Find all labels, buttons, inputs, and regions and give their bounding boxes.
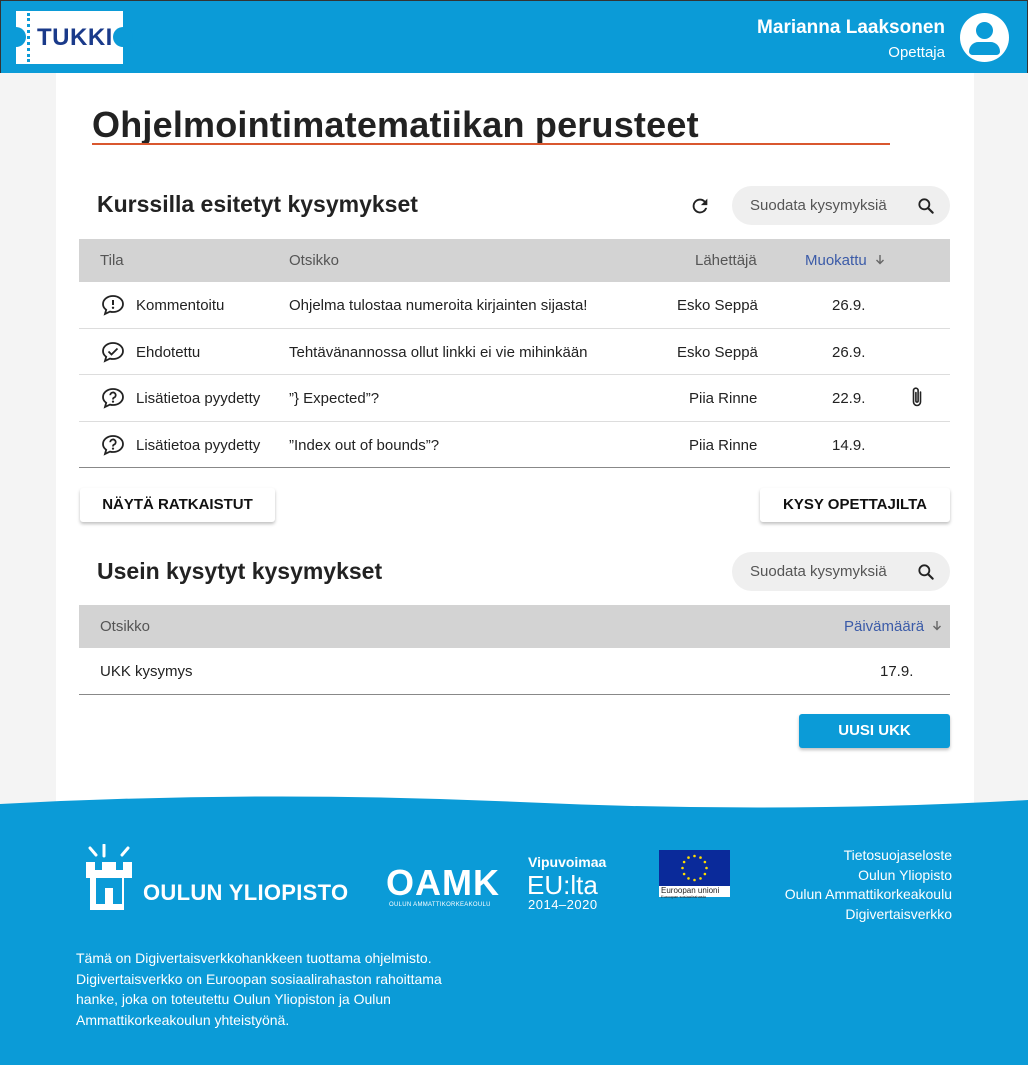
col-date-label: Päivämäärä — [844, 618, 925, 635]
row-subject: Tehtävänannossa ollut linkki ei vie mihi… — [289, 343, 588, 361]
table-row[interactable]: Lisätietoa pyydetty ”} Expected”? Piia R… — [79, 375, 950, 422]
faq-search[interactable]: Suodata kysymyksiä — [732, 552, 950, 591]
tukki-logo[interactable]: TUKKI — [6, 11, 133, 64]
eu-stars-icon — [681, 854, 708, 882]
vipuvoimaa-logo-line3: 2014–2020 — [528, 897, 598, 912]
eu-flag-icon — [659, 850, 730, 886]
user-avatar-icon[interactable] — [960, 13, 1009, 62]
row-date: 26.9. — [832, 343, 866, 361]
col-sender-header[interactable]: Lähettäjä — [695, 252, 757, 269]
refresh-icon[interactable] — [689, 195, 711, 217]
course-title: Ohjelmointimatematiikan perusteet — [92, 104, 699, 145]
course-questions-table: Tila Otsikko Lähettäjä Muokattu Kommento… — [79, 239, 950, 468]
row-subject: UKK kysymys — [100, 663, 193, 680]
course-questions-search[interactable]: Suodata kysymyksiä — [732, 186, 950, 225]
faq-title: Usein kysytyt kysymykset — [97, 558, 383, 584]
oamk-logo-text[interactable]: OAMK — [386, 862, 500, 904]
row-status: Lisätietoa pyydetty — [136, 436, 261, 454]
table-row[interactable]: Ehdotettu Tehtävänannossa ollut linkki e… — [79, 328, 950, 375]
avatar-body — [969, 42, 1000, 55]
col-date-header[interactable]: Päivämäärä — [844, 618, 943, 635]
app-header: TUKKI Marianna Laaksonen Opettaja — [0, 0, 1028, 73]
comment-exclamation-icon — [102, 295, 124, 316]
row-date: 22.9. — [832, 390, 866, 407]
title-underline — [92, 143, 890, 145]
col-modified-header[interactable]: Muokattu — [805, 252, 886, 269]
logo-notch-left — [6, 27, 26, 47]
main-panel: Ohjelmointimatematiikan perusteet Kurssi… — [56, 73, 974, 813]
avatar-head — [976, 22, 993, 39]
table-row[interactable]: UKK kysymys 17.9. — [79, 648, 950, 695]
vipuvoimaa-logo-line1: Vipuvoimaa — [528, 854, 607, 870]
oulun-yliopisto-logo-icon[interactable] — [84, 844, 134, 910]
table-header: Otsikko Päivämäärä — [79, 605, 950, 648]
logo-notch-right — [113, 27, 133, 47]
attachment-icon[interactable] — [910, 386, 924, 408]
comment-question-icon — [102, 388, 124, 409]
oulun-yliopisto-logo-text: OULUN YLIOPISTO — [143, 880, 349, 905]
row-sender: Piia Rinne — [689, 390, 758, 407]
eu-flag-logo[interactable]: Euroopan unioni Euroopan sosiaalirahasto — [659, 850, 730, 899]
row-sender: Piia Rinne — [689, 436, 758, 454]
footer-link-oulun-yliopisto[interactable]: Oulun Yliopisto — [785, 866, 952, 886]
row-date: 14.9. — [832, 436, 866, 454]
search-placeholder: Suodata kysymyksiä — [750, 563, 887, 580]
col-status-header[interactable]: Tila — [100, 252, 124, 269]
row-date: 26.9. — [832, 297, 866, 314]
table-row[interactable]: Lisätietoa pyydetty ”Index out of bounds… — [79, 421, 950, 468]
search-icon[interactable] — [916, 196, 936, 216]
row-subject: Ohjelma tulostaa numeroita kirjainten si… — [289, 297, 588, 314]
col-subject-header[interactable]: Otsikko — [100, 618, 150, 635]
faq-table: Otsikko Päivämäärä UKK kysymys 17.9. — [79, 605, 950, 695]
table-row[interactable]: Kommentoitu Ohjelma tulostaa numeroita k… — [79, 282, 950, 329]
show-solved-button[interactable]: NÄYTÄ RATKAISTUT — [80, 488, 275, 522]
ask-teachers-button[interactable]: KYSY OPETTAJILTA — [760, 488, 950, 522]
oamk-logo-subtext: OULUN AMMATTIKORKEAKOULU — [389, 902, 491, 908]
row-sender: Esko Seppä — [677, 297, 758, 314]
sort-down-icon — [933, 621, 942, 631]
eu-subtext: Euroopan sosiaalirahasto — [661, 894, 707, 899]
row-status: Ehdotettu — [136, 343, 201, 361]
col-subject-header[interactable]: Otsikko — [289, 252, 339, 269]
row-subject: ”Index out of bounds”? — [289, 436, 440, 454]
comment-check-icon — [102, 341, 124, 363]
footer-link-oamk[interactable]: Oulun Ammattikorkeakoulu — [785, 885, 952, 905]
user-name: Marianna Laaksonen — [757, 17, 945, 38]
row-date: 17.9. — [880, 663, 914, 680]
row-status: Kommentoitu — [136, 297, 225, 314]
logo-text: TUKKI — [37, 24, 113, 51]
comment-question-icon — [102, 434, 124, 456]
search-icon[interactable] — [916, 562, 936, 582]
new-faq-button[interactable]: UUSI UKK — [799, 714, 950, 748]
footer-link-digivertaisverkko[interactable]: Digivertaisverkko — [785, 905, 952, 925]
logo-ticket-perforation — [27, 13, 30, 62]
row-status: Lisätietoa pyydetty — [136, 390, 261, 407]
footer-link-privacy[interactable]: Tietosuojaseloste — [785, 846, 952, 866]
footer-links: Tietosuojaseloste Oulun Yliopisto Oulun … — [785, 846, 952, 924]
sort-down-icon — [875, 255, 884, 265]
course-questions-title: Kurssilla esitetyt kysymykset — [97, 191, 418, 217]
search-placeholder: Suodata kysymyksiä — [750, 197, 887, 214]
row-subject: ”} Expected”? — [289, 390, 380, 407]
footer-note: Tämä on Digivertaisverkkohankkeen tuotta… — [76, 950, 442, 1028]
user-role: Opettaja — [888, 44, 945, 61]
col-modified-label: Muokattu — [805, 252, 867, 269]
row-sender: Esko Seppä — [677, 343, 758, 361]
footer: OULUN YLIOPISTO OAMK OULUN AMMATTIKORKEA… — [0, 790, 1028, 1065]
table-header: Tila Otsikko Lähettäjä Muokattu — [79, 239, 950, 282]
